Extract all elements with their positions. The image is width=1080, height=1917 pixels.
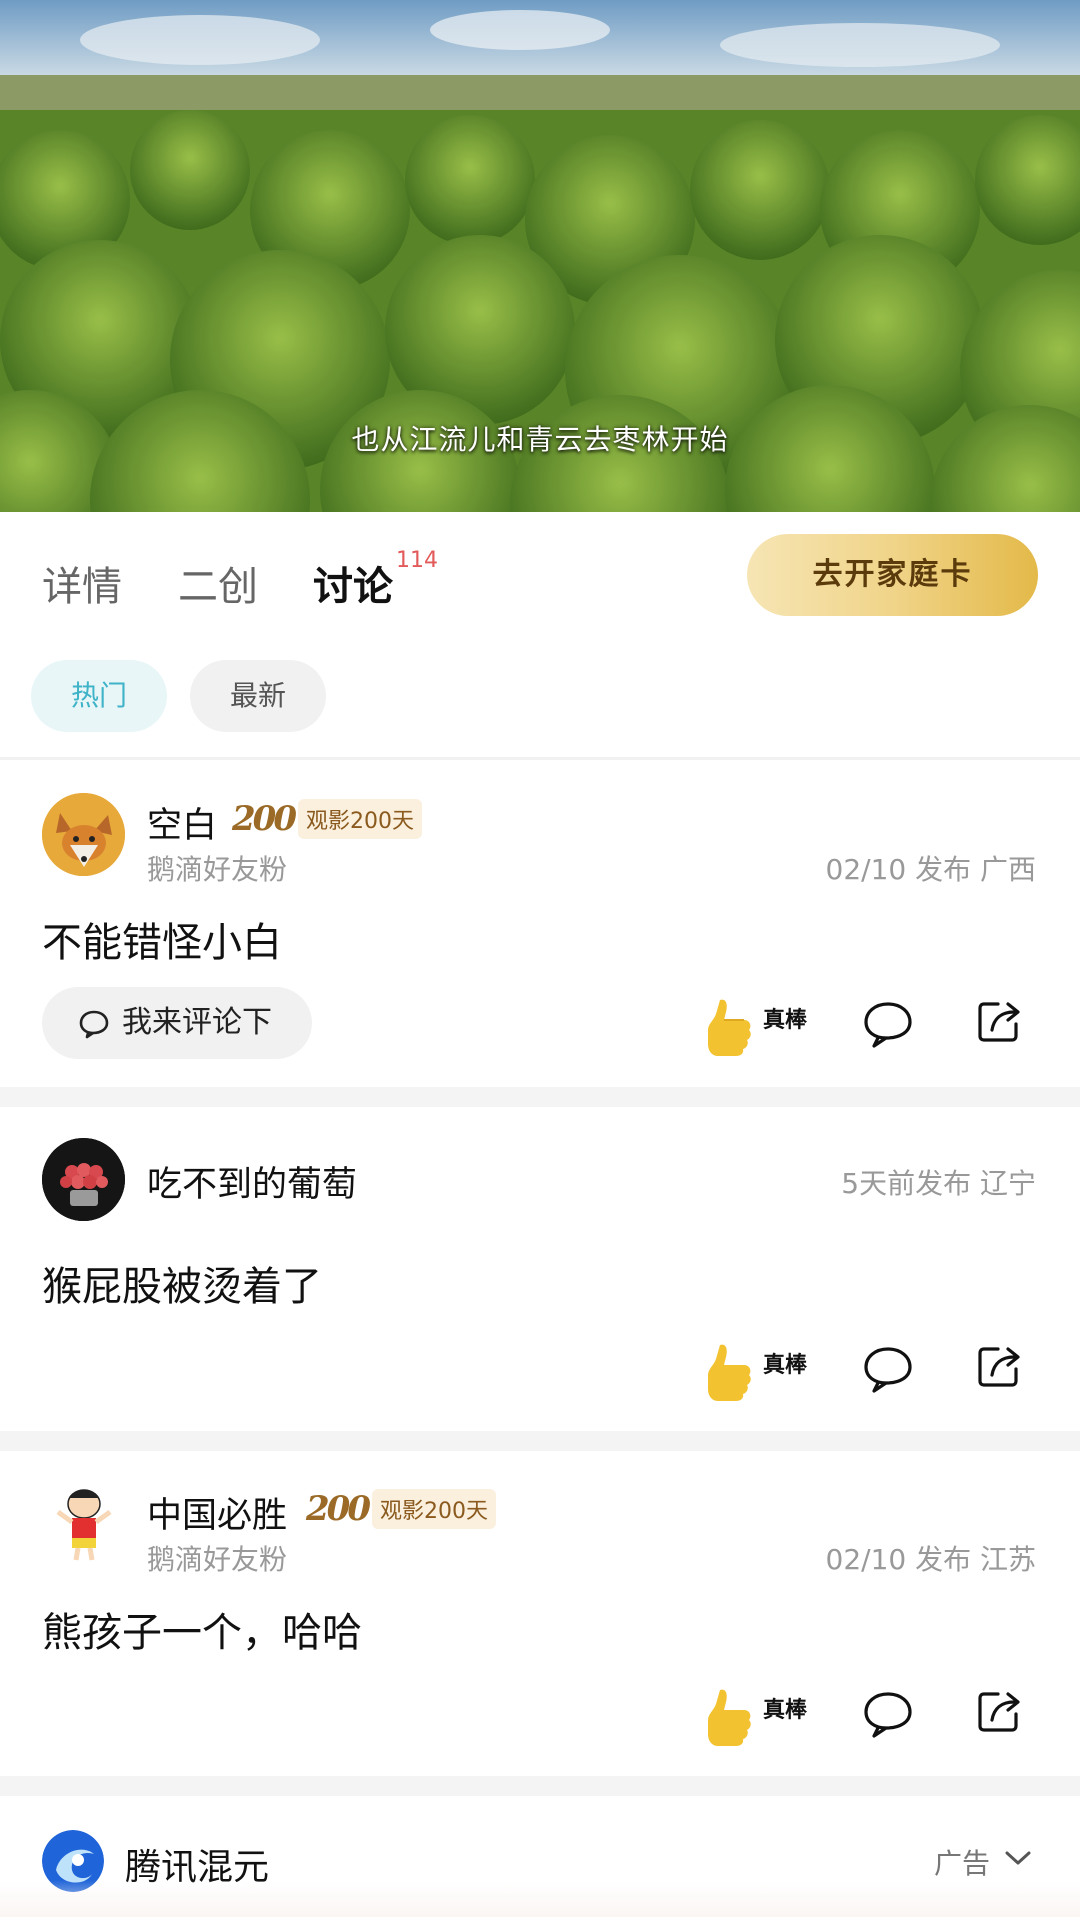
share-icon: [978, 1692, 1020, 1732]
video-subtitle: 也从江流儿和青云去枣林开始: [351, 423, 729, 456]
like-label: 真棒: [763, 1353, 808, 1378]
post-content[interactable]: 熊孩子一个，哈哈: [42, 1600, 362, 1658]
tab-details[interactable]: 详情: [42, 554, 122, 612]
comment-button[interactable]: [862, 1000, 914, 1052]
watch-days-medal: 200 观影200天: [306, 1489, 496, 1529]
bottom-bar-fade: [0, 1880, 1080, 1917]
divider: [0, 1776, 1080, 1796]
like-button[interactable]: [700, 1341, 756, 1405]
comment-bubble-icon: [79, 1010, 109, 1039]
tab-discussion[interactable]: 讨论: [313, 554, 393, 612]
post-content[interactable]: 不能错怪小白: [42, 910, 282, 968]
share-button[interactable]: [976, 998, 1022, 1048]
reply-input-button[interactable]: 我来评论下: [42, 987, 312, 1059]
comment-bubble-icon: [864, 1002, 912, 1048]
post-meta: 5天前发布 辽宁: [841, 1167, 1036, 1200]
post-meta: 02/10 发布 江苏: [825, 1543, 1037, 1576]
like-button[interactable]: [700, 1686, 756, 1750]
share-button[interactable]: [976, 1688, 1022, 1738]
share-button[interactable]: [976, 1343, 1022, 1393]
comment-bubble-icon: [864, 1347, 912, 1393]
watch-days-medal: 200 观影200天: [232, 799, 422, 839]
divider: [0, 1087, 1080, 1107]
username[interactable]: 吃不到的葡萄: [147, 1156, 357, 1207]
like-label: 真棒: [763, 1698, 808, 1723]
post-content[interactable]: 猴屁股被烫着了: [42, 1254, 322, 1312]
username[interactable]: 中国必胜: [147, 1487, 287, 1538]
medal-number: 200: [232, 799, 297, 839]
filter-hot-button[interactable]: 热门: [31, 660, 167, 732]
medal-label: 观影200天: [371, 1489, 496, 1529]
medal-label: 观影200天: [297, 799, 422, 839]
username[interactable]: 空白: [147, 797, 217, 848]
chevron-down-icon[interactable]: [1004, 1848, 1032, 1868]
share-icon: [978, 1002, 1020, 1042]
tab-derivative[interactable]: 二创: [178, 554, 258, 612]
discussion-count-badge: 114: [396, 548, 438, 573]
medal-number: 200: [306, 1489, 371, 1529]
filter-new-button[interactable]: 最新: [190, 660, 326, 732]
like-label: 真棒: [763, 1008, 808, 1033]
like-button[interactable]: [700, 996, 756, 1060]
reply-placeholder: 我来评论下: [122, 1005, 272, 1040]
thumbs-up-icon: [708, 999, 751, 1056]
fan-label: 鹅滴好友粉: [147, 1543, 288, 1576]
thumbs-up-icon: [708, 1344, 751, 1401]
thumbs-up-icon: [708, 1689, 751, 1746]
avatar[interactable]: [42, 1482, 125, 1565]
post-meta: 02/10 发布 广西: [825, 853, 1037, 886]
grapes-avatar-icon: [42, 1138, 125, 1221]
fox-avatar-icon: [42, 793, 125, 876]
share-icon: [978, 1347, 1020, 1387]
comment-bubble-icon: [864, 1692, 912, 1738]
cartoon-boy-avatar-icon: [42, 1482, 125, 1565]
video-player[interactable]: 也从江流儿和青云去枣林开始: [0, 0, 1080, 512]
divider: [0, 757, 1080, 760]
comment-button[interactable]: [862, 1345, 914, 1397]
comment-button[interactable]: [862, 1690, 914, 1742]
avatar[interactable]: [42, 1138, 125, 1221]
family-card-button[interactable]: 去开家庭卡: [747, 534, 1038, 616]
avatar[interactable]: [42, 793, 125, 876]
ad-label[interactable]: 广告: [934, 1842, 990, 1882]
fan-label: 鹅滴好友粉: [147, 853, 288, 886]
divider: [0, 1431, 1080, 1451]
